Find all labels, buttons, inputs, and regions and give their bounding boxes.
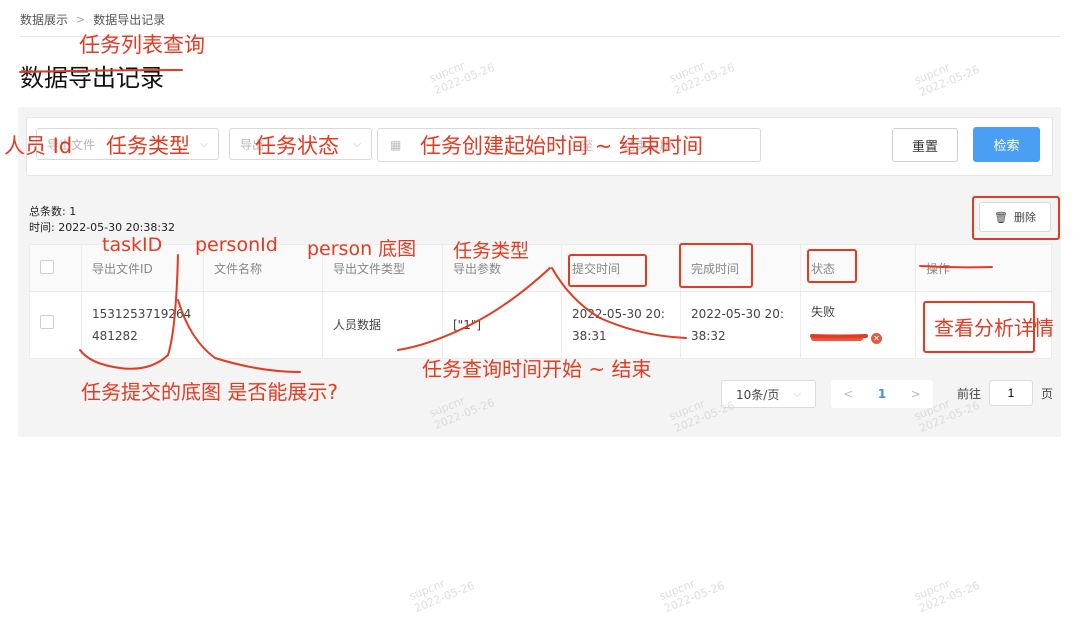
annotation-task-time-range: 任务创建起始时间 ~ 结束时间 [420,134,703,158]
annotation-task-id: taskID [102,234,163,256]
annotation-box-status [807,249,857,283]
annotation-view-analysis: 查看分析详情 [934,316,1054,340]
annotation-box-submit-time [568,254,647,287]
brace-left [79,254,179,370]
brace-right [177,299,301,373]
annotation-base-image-question: 任务提交的底图 是否能展示? [81,380,338,404]
annotation-task-list-query: 任务列表查询 [79,33,205,57]
annotation-box-delete [972,196,1060,240]
annotation-task-query-time: 任务查询时间开始 ~ 结束 [422,357,652,381]
annotation-task-type: 任务类型 [106,134,190,158]
annotation-task-type-2: 任务类型 [453,240,530,262]
status-underline [810,334,868,339]
header-strikethrough [919,265,993,269]
annotation-strokes [19,69,993,373]
annotation-person-id-2: personId [195,234,278,256]
annotation-task-status: 任务状态 [255,134,339,158]
annotation-person-id: 人员 Id [4,134,73,158]
annotation-person-base-image: person 底图 [307,238,417,260]
brace-time-left [397,267,551,351]
annotation-box-finish-time [679,243,753,288]
title-strikethrough [19,69,183,73]
